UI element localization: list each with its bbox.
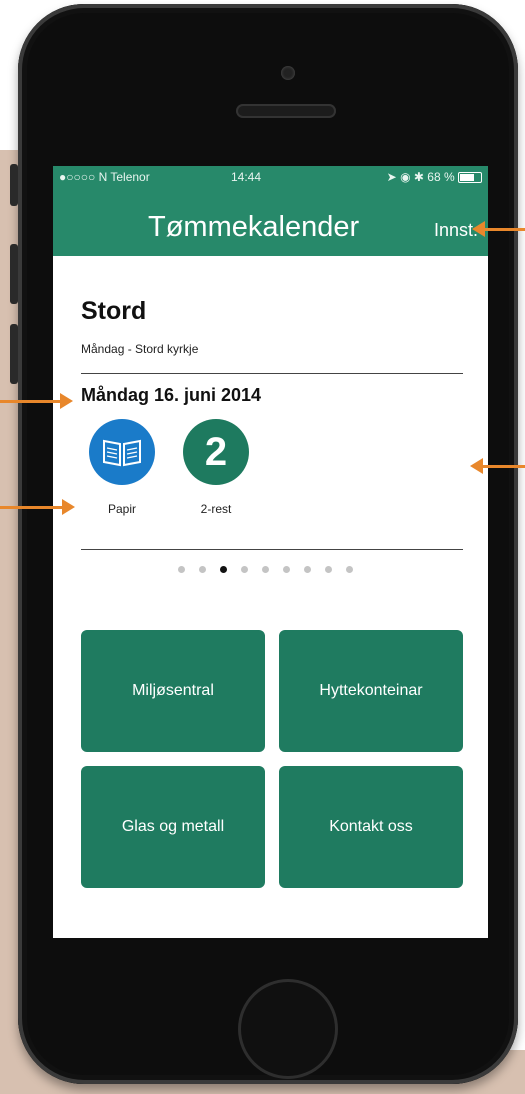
- page-dot[interactable]: [262, 566, 269, 573]
- page-dot[interactable]: [199, 566, 206, 573]
- alarm-icon: ◉: [400, 170, 411, 184]
- callout-arrow-tiles: [0, 506, 62, 509]
- divider-bottom: [81, 549, 463, 550]
- location-name: Stord: [81, 297, 147, 325]
- callout-arrowhead-settings: [472, 221, 485, 237]
- volume-down-button: [10, 324, 18, 384]
- page-dot[interactable]: [241, 566, 248, 573]
- page-dot[interactable]: [178, 566, 185, 573]
- page-dot[interactable]: [325, 566, 332, 573]
- residual-waste-badge[interactable]: 2: [183, 419, 249, 485]
- miljosentral-button[interactable]: Miljøsentral: [81, 630, 265, 752]
- callout-arrowhead-tiles: [62, 499, 75, 515]
- callout-arrow-settings: [484, 228, 525, 231]
- glas-og-metall-button[interactable]: Glas og metall: [81, 766, 265, 888]
- page-dot[interactable]: [220, 566, 227, 573]
- navigation-bar: ●○○○○ N Telenor 14:44 ➤ ◉ ✱ 68 % Tømmeka…: [53, 166, 488, 256]
- callout-arrowhead-date: [60, 393, 73, 409]
- page-dot[interactable]: [283, 566, 290, 573]
- page-title: Tømmekalender: [148, 211, 360, 243]
- callout-arrowhead-icons: [470, 458, 483, 474]
- kontakt-oss-button[interactable]: Kontakt oss: [279, 766, 463, 888]
- residual-label: 2-rest: [200, 502, 232, 516]
- battery-status: ➤ ◉ ✱ 68 %: [387, 169, 482, 185]
- earpiece-speaker: [236, 104, 336, 118]
- home-button[interactable]: [238, 979, 338, 1079]
- battery-percent: 68 %: [427, 170, 455, 184]
- front-camera: [281, 66, 295, 80]
- book-icon: [103, 439, 141, 467]
- volume-up-button: [10, 244, 18, 304]
- paper-waste-icon[interactable]: [89, 419, 155, 485]
- hyttekonteinar-button[interactable]: Hyttekonteinar: [279, 630, 463, 752]
- pickup-date: Måndag 16. juni 2014: [81, 385, 262, 405]
- battery-icon: [458, 172, 482, 184]
- app-screen: ●○○○○ N Telenor 14:44 ➤ ◉ ✱ 68 % Tømmeka…: [53, 166, 488, 938]
- paper-label: Papir: [107, 502, 136, 516]
- bluetooth-icon: ✱: [413, 170, 424, 184]
- clock: 14:44: [231, 170, 262, 184]
- carrier-label: ●○○○○ N Telenor: [59, 170, 150, 184]
- location-icon: ➤: [386, 170, 397, 184]
- route-label: Måndag - Stord kyrkje: [81, 342, 199, 356]
- page-dot[interactable]: [304, 566, 311, 573]
- page-dot[interactable]: [346, 566, 353, 573]
- callout-arrow-icons: [482, 465, 525, 468]
- mute-switch: [10, 164, 18, 206]
- divider-top: [81, 373, 463, 374]
- callout-arrow-date: [0, 400, 60, 403]
